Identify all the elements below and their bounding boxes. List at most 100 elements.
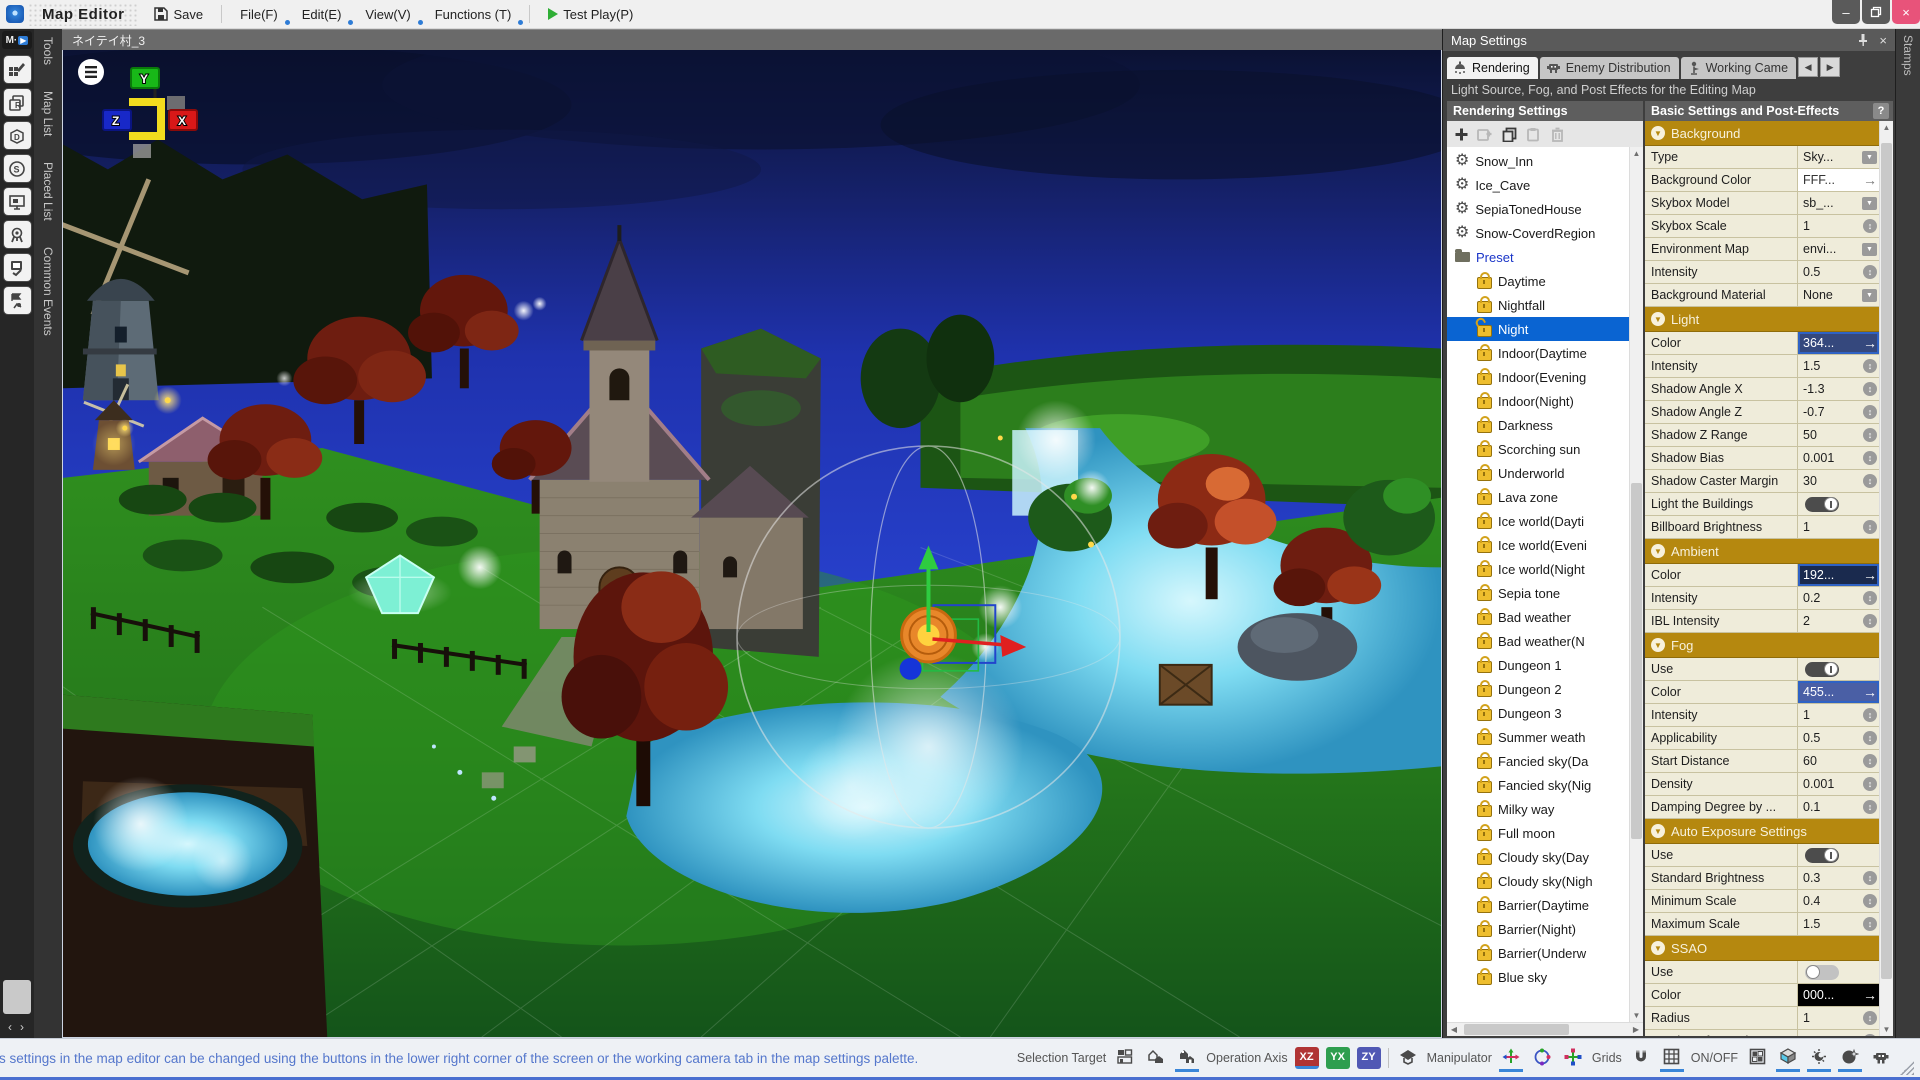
select-buildings-button[interactable]: [1144, 1045, 1168, 1072]
spinner-icon[interactable]: ↕: [1863, 428, 1877, 442]
rendering-preset-item[interactable]: Cloudy sky(Day: [1447, 845, 1629, 869]
dropdown-icon[interactable]: ▼: [1862, 196, 1877, 210]
property-value[interactable]: 000... →: [1798, 984, 1879, 1006]
scene-3d[interactable]: Y Z X: [62, 50, 1442, 1038]
rendering-preset-item[interactable]: Cloudy sky(Nigh: [1447, 869, 1629, 893]
tab-tools[interactable]: Tools: [41, 37, 55, 65]
resource-tool-button[interactable]: R: [3, 89, 31, 116]
dropdown-icon[interactable]: ▼: [1862, 288, 1877, 302]
close-button[interactable]: ×: [1892, 0, 1920, 24]
rendering-preset-item[interactable]: Bad weather(N: [1447, 629, 1629, 653]
property-value[interactable]: 1.5 ↕: [1798, 913, 1879, 935]
rendering-preset-item[interactable]: Scorching sun: [1447, 437, 1629, 461]
rendering-preset-item[interactable]: Ice world(Dayti: [1447, 509, 1629, 533]
color-picker-arrow-icon[interactable]: →: [1863, 988, 1877, 1002]
add-child-preset-button[interactable]: [1475, 124, 1495, 144]
rendering-preset-item[interactable]: Ice world(Night: [1447, 557, 1629, 581]
section-header[interactable]: ▼ SSAO: [1645, 936, 1879, 961]
spinner-icon[interactable]: ↕: [1863, 917, 1877, 931]
property-value[interactable]: 0.001 ↕: [1798, 447, 1879, 469]
spinner-icon[interactable]: ↕: [1863, 777, 1877, 791]
rendering-preset-item[interactable]: Darkness: [1447, 413, 1629, 437]
axis-nav-gizmo[interactable]: Y Z X: [69, 54, 219, 169]
checker-display-button[interactable]: [1745, 1045, 1769, 1072]
section-header[interactable]: ▼ Background: [1645, 121, 1879, 146]
rendering-preset-item[interactable]: Preset: [1447, 245, 1629, 269]
spinner-icon[interactable]: ↕: [1863, 731, 1877, 745]
section-header[interactable]: ▼ Fog: [1645, 633, 1879, 658]
tab-placed-list[interactable]: Placed List: [41, 162, 55, 221]
section-header[interactable]: ▼ Auto Exposure Settings: [1645, 819, 1879, 844]
tab-stamps[interactable]: Stamps: [1901, 35, 1915, 1038]
rendering-preset-item[interactable]: Barrier(Daytime: [1447, 893, 1629, 917]
spinner-icon[interactable]: ↕: [1863, 382, 1877, 396]
color-picker-arrow-icon[interactable]: →: [1863, 173, 1877, 187]
delete-preset-button[interactable]: [1547, 124, 1567, 144]
rendering-preset-item[interactable]: Fancied sky(Da: [1447, 749, 1629, 773]
property-value[interactable]: sb_... ▼: [1798, 192, 1879, 214]
spinner-icon[interactable]: ↕: [1863, 405, 1877, 419]
rendering-preset-item[interactable]: Fancied sky(Nig: [1447, 773, 1629, 797]
property-value[interactable]: FFF... →: [1798, 169, 1879, 191]
property-value[interactable]: 60 ↕: [1798, 750, 1879, 772]
menu-edit[interactable]: Edit(E): [292, 4, 354, 25]
menu-file[interactable]: File(F): [230, 4, 290, 25]
rendering-preset-item[interactable]: ⚙ Snow_Inn: [1447, 149, 1629, 173]
spinner-icon[interactable]: ↕: [1863, 520, 1877, 534]
grid-toggle-button[interactable]: [1659, 1045, 1684, 1072]
property-value[interactable]: 0.1 ↕: [1798, 796, 1879, 818]
property-value[interactable]: 4↕: [1798, 1030, 1879, 1036]
property-value[interactable]: [1798, 961, 1879, 983]
toggle-switch[interactable]: [1805, 661, 1839, 677]
resize-grip[interactable]: [1900, 1061, 1914, 1075]
dice-tool-button[interactable]: D: [3, 122, 31, 149]
tab-map-list[interactable]: Map List: [41, 91, 55, 136]
scale-tool-button[interactable]: [1561, 1045, 1585, 1072]
rendering-preset-item[interactable]: ⚙ Snow-CoverdRegion: [1447, 221, 1629, 245]
rendering-preset-item[interactable]: Dungeon 1: [1447, 653, 1629, 677]
property-value[interactable]: 50 ↕: [1798, 424, 1879, 446]
property-value[interactable]: -0.7 ↕: [1798, 401, 1879, 423]
property-value[interactable]: 1 ↕: [1798, 704, 1879, 726]
dropdown-icon[interactable]: ▼: [1862, 150, 1877, 164]
select-all-button[interactable]: [1175, 1045, 1200, 1072]
rendering-preset-item[interactable]: Nightfall: [1447, 293, 1629, 317]
spinner-icon[interactable]: ↕: [1863, 871, 1877, 885]
rendering-preset-item[interactable]: Barrier(Underw: [1447, 941, 1629, 965]
stamp-tool-button[interactable]: [3, 254, 31, 281]
rendering-preset-item[interactable]: ⚙ SepiaTonedHouse: [1447, 197, 1629, 221]
property-value[interactable]: 0.5 ↕: [1798, 727, 1879, 749]
spinner-icon[interactable]: ↕: [1863, 1011, 1877, 1025]
snap-magnet-button[interactable]: [1629, 1045, 1653, 1072]
rendering-preset-item[interactable]: Milky way: [1447, 797, 1629, 821]
rendering-preset-item[interactable]: Lava zone: [1447, 485, 1629, 509]
spinner-icon[interactable]: ↕: [1863, 591, 1877, 605]
list-vertical-scrollbar[interactable]: ▲ ▼: [1629, 147, 1643, 1022]
property-value[interactable]: 1 ↕: [1798, 516, 1879, 538]
rendering-preset-item[interactable]: Daytime: [1447, 269, 1629, 293]
tabs-scroll-right[interactable]: ▶: [1820, 57, 1841, 77]
properties-vertical-scrollbar[interactable]: ▲ ▼: [1879, 121, 1893, 1036]
display-tool-button[interactable]: [3, 188, 31, 215]
property-value[interactable]: 192... →: [1798, 564, 1879, 586]
menu-functions[interactable]: Functions (T): [425, 4, 523, 25]
section-header[interactable]: ▼ Light: [1645, 307, 1879, 332]
spinner-icon[interactable]: ↕: [1863, 359, 1877, 373]
property-value[interactable]: [1798, 658, 1879, 680]
property-value[interactable]: 0.3 ↕: [1798, 867, 1879, 889]
pin-icon[interactable]: [1857, 33, 1869, 47]
spinner-icon[interactable]: ↕: [1863, 219, 1877, 233]
property-value[interactable]: 1 ↕: [1798, 1007, 1879, 1029]
property-value[interactable]: 0.4 ↕: [1798, 890, 1879, 912]
color-picker-arrow-icon[interactable]: →: [1863, 568, 1877, 582]
spinner-icon[interactable]: ↕: [1863, 800, 1877, 814]
property-value[interactable]: 0.2 ↕: [1798, 587, 1879, 609]
spinner-icon[interactable]: ↕: [1863, 451, 1877, 465]
axis-zy-button[interactable]: ZY: [1356, 1047, 1381, 1069]
property-value[interactable]: envi... ▼: [1798, 238, 1879, 260]
property-value[interactable]: -1.3 ↕: [1798, 378, 1879, 400]
toggle-switch[interactable]: [1805, 847, 1839, 863]
select-blocks-button[interactable]: [1113, 1045, 1137, 1072]
property-value[interactable]: Sky... ▼: [1798, 146, 1879, 168]
rendering-preset-item[interactable]: Indoor(Evening: [1447, 365, 1629, 389]
